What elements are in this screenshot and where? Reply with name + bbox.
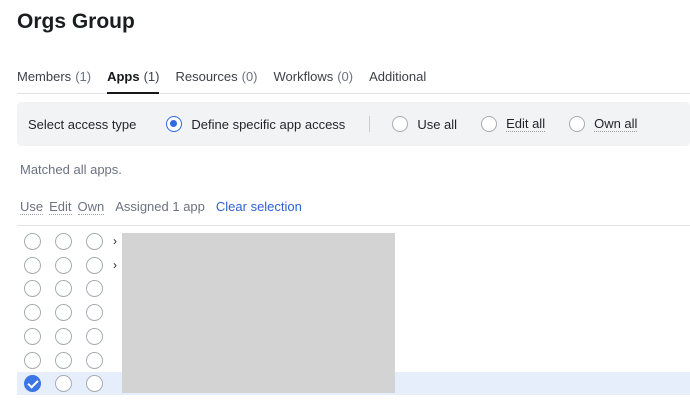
own-radio-icon[interactable] bbox=[86, 256, 103, 274]
radio-icon[interactable] bbox=[481, 116, 498, 132]
access-type-bar: Select access type Define specific app a… bbox=[17, 102, 690, 146]
clear-selection-link[interactable]: Clear selection bbox=[216, 199, 302, 215]
option-label: Edit all bbox=[506, 115, 546, 132]
tab-count: (0) bbox=[337, 69, 354, 84]
radio-icon[interactable] bbox=[392, 116, 409, 132]
use-radio-icon[interactable] bbox=[24, 256, 41, 274]
own-radio-icon[interactable] bbox=[86, 351, 103, 369]
own-column-header: Own bbox=[77, 199, 105, 215]
use-radio-icon[interactable] bbox=[24, 351, 41, 369]
tab-workflows[interactable]: Workflows (0) bbox=[274, 68, 354, 94]
tab-additional[interactable]: Additional bbox=[369, 68, 426, 94]
tab-members[interactable]: Members (1) bbox=[17, 68, 91, 94]
use-radio-icon[interactable] bbox=[24, 327, 41, 345]
use-column-header: Use bbox=[20, 199, 44, 215]
own-radio-icon[interactable] bbox=[86, 233, 103, 250]
list-header: Use Edit Own Assigned 1 app Clear select… bbox=[20, 199, 302, 215]
use-all-option[interactable]: Use all bbox=[392, 116, 457, 132]
option-label: Use all bbox=[417, 116, 458, 132]
own-radio-icon[interactable] bbox=[86, 280, 103, 298]
own-radio-icon[interactable] bbox=[86, 327, 103, 345]
use-radio-checked-icon[interactable] bbox=[24, 375, 41, 393]
tab-count: (1) bbox=[75, 69, 92, 84]
define-specific-access-option[interactable]: Define specific app access bbox=[166, 116, 345, 132]
edit-radio-icon[interactable] bbox=[55, 375, 72, 393]
list-divider bbox=[17, 225, 690, 226]
redacted-content bbox=[122, 233, 395, 393]
tab-count: (1) bbox=[143, 69, 160, 84]
edit-all-option[interactable]: Edit all bbox=[481, 115, 546, 132]
own-radio-icon[interactable] bbox=[86, 304, 103, 322]
own-radio-icon[interactable] bbox=[86, 375, 103, 393]
option-label: Define specific app access bbox=[191, 116, 346, 132]
use-radio-icon[interactable] bbox=[24, 280, 41, 298]
option-label: Own all bbox=[594, 115, 638, 132]
edit-column-header: Edit bbox=[49, 199, 72, 215]
assigned-count: Assigned 1 app bbox=[115, 199, 205, 214]
tab-resources[interactable]: Resources (0) bbox=[175, 68, 257, 94]
use-radio-icon[interactable] bbox=[24, 233, 41, 250]
tab-label: Members bbox=[17, 69, 72, 84]
tab-label: Additional bbox=[369, 69, 427, 84]
access-type-label: Select access type bbox=[28, 116, 137, 132]
edit-radio-icon[interactable] bbox=[55, 233, 72, 250]
own-all-option[interactable]: Own all bbox=[569, 115, 638, 132]
edit-radio-icon[interactable] bbox=[55, 280, 72, 298]
tab-label: Workflows bbox=[273, 69, 334, 84]
edit-radio-icon[interactable] bbox=[55, 351, 72, 369]
tab-label: Resources bbox=[175, 69, 238, 84]
use-radio-icon[interactable] bbox=[24, 304, 41, 322]
edit-radio-icon[interactable] bbox=[55, 327, 72, 345]
tab-apps[interactable]: Apps (1) bbox=[107, 68, 160, 94]
divider bbox=[369, 116, 371, 132]
matched-status: Matched all apps. bbox=[20, 162, 122, 177]
edit-radio-icon[interactable] bbox=[55, 256, 72, 274]
tab-count: (0) bbox=[241, 69, 258, 84]
tab-bar: Members (1) Apps (1) Resources (0) Workflow… bbox=[17, 68, 690, 94]
chevron-right-icon[interactable]: › bbox=[113, 257, 117, 273]
page-title: Orgs Group bbox=[17, 10, 135, 33]
tab-label: Apps bbox=[107, 69, 140, 84]
chevron-right-icon[interactable]: › bbox=[113, 233, 117, 249]
radio-selected-icon[interactable] bbox=[166, 116, 183, 132]
edit-radio-icon[interactable] bbox=[55, 304, 72, 322]
radio-icon[interactable] bbox=[569, 116, 586, 132]
